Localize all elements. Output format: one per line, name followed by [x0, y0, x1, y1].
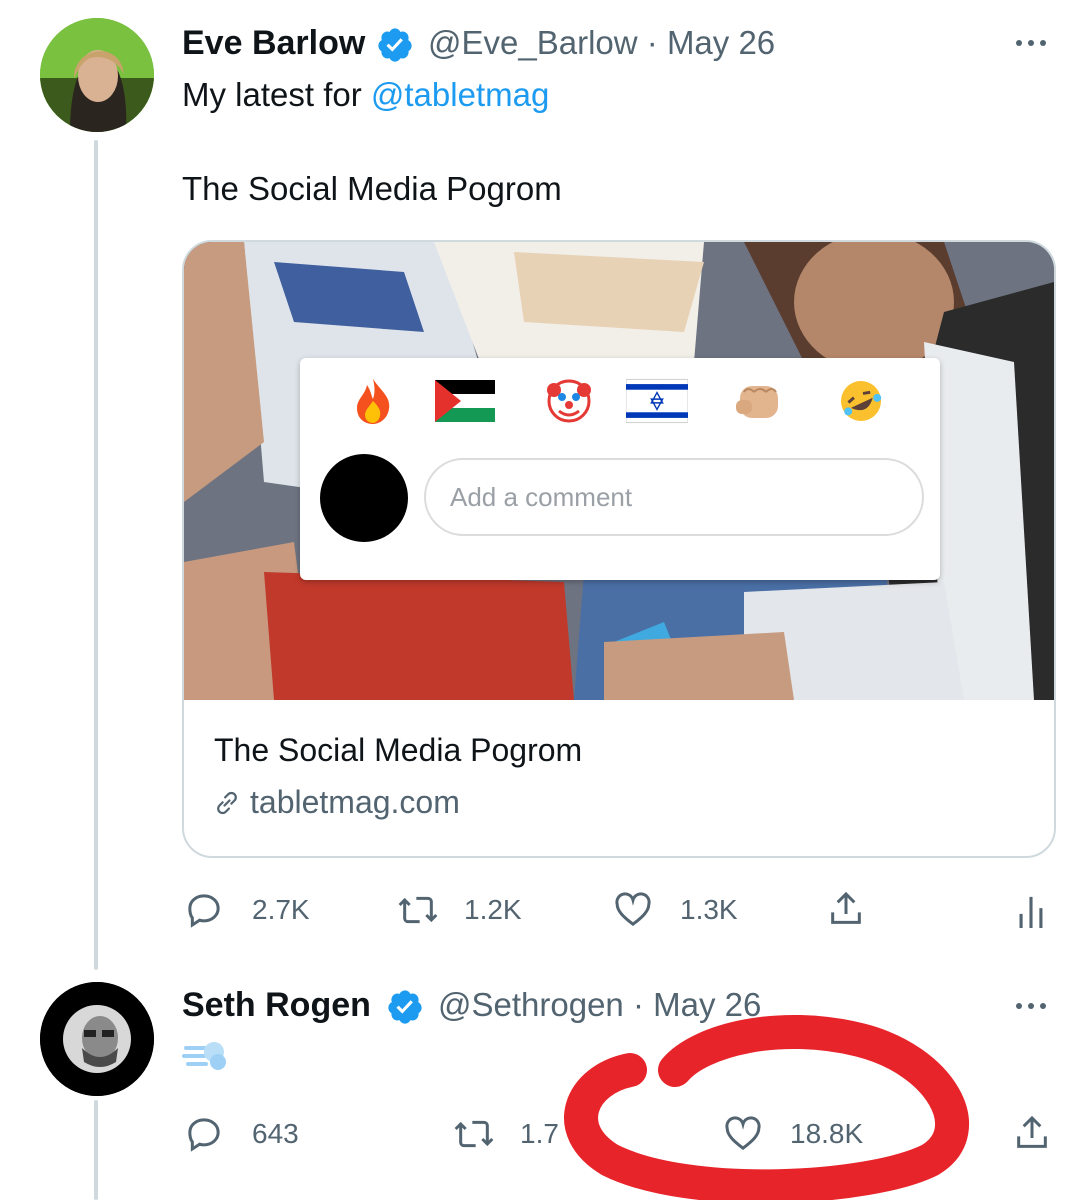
author-name[interactable]: Seth Rogen — [182, 986, 371, 1025]
retweet-button[interactable]: 1.2K — [396, 890, 522, 930]
like-button[interactable]: 1.3K — [612, 890, 738, 930]
tweet-text: My latest for @tabletmag — [182, 76, 549, 114]
card-title[interactable]: The Social Media Pogrom — [214, 732, 582, 769]
timestamp[interactable]: May 26 — [667, 24, 775, 61]
share-button[interactable] — [826, 888, 866, 930]
tweet-text-prefix: My latest for — [182, 76, 371, 113]
heart-icon — [615, 892, 651, 927]
link-icon — [217, 791, 237, 814]
retweet-icon — [454, 1120, 494, 1148]
reply-icon — [188, 894, 220, 928]
add-comment-input[interactable]: Add a comment — [424, 458, 924, 536]
reply-count: 2.7K — [252, 894, 310, 925]
palestine-flag-emoji-icon[interactable] — [434, 376, 496, 426]
reply-count: 643 — [252, 1118, 299, 1149]
share-button[interactable] — [1012, 1112, 1052, 1154]
fist-emoji-icon[interactable] — [728, 376, 790, 426]
tweet-text-line2: The Social Media Pogrom — [182, 170, 562, 207]
author-name[interactable]: Eve Barlow — [182, 24, 365, 63]
comment-widget-overlay: Add a comment — [300, 358, 940, 580]
fire-emoji-icon[interactable] — [342, 376, 404, 426]
like-count: 1.3K — [680, 894, 738, 925]
mention-link[interactable]: @tabletmag — [371, 76, 549, 113]
thread-connector-line — [94, 1100, 98, 1200]
card-image: Add a comment — [184, 242, 1054, 700]
card-domain-row: tabletmag.com — [212, 784, 460, 821]
card-domain: tabletmag.com — [250, 784, 460, 820]
verified-badge-icon — [378, 28, 412, 62]
reply-icon — [188, 1118, 220, 1152]
red-marker-circle-annotation — [564, 1014, 969, 1200]
share-icon — [1017, 1115, 1047, 1148]
rofl-emoji-icon[interactable] — [830, 376, 892, 426]
clown-emoji-icon[interactable] — [538, 376, 600, 426]
reply-button[interactable]: 643 — [184, 1114, 299, 1154]
dash-emoji-icon — [182, 1042, 226, 1070]
more-options-icon[interactable] — [1016, 40, 1046, 46]
link-card[interactable]: Add a comment The Social Media Pogrom ta… — [182, 240, 1056, 858]
share-icon — [831, 891, 861, 924]
analytics-button[interactable] — [1016, 894, 1046, 928]
reply-button[interactable]: 2.7K — [184, 890, 310, 930]
avatar[interactable] — [40, 982, 154, 1096]
separator: · — [646, 24, 658, 61]
retweet-icon — [398, 896, 438, 924]
retweet-count: 1.2K — [464, 894, 522, 925]
avatar[interactable] — [40, 18, 154, 132]
tweet-meta: @Eve_Barlow · May 26 — [428, 24, 775, 62]
verified-badge-icon — [388, 990, 422, 1024]
handle[interactable]: @Eve_Barlow — [428, 24, 638, 61]
more-options-icon[interactable] — [1016, 1003, 1046, 1009]
analytics-icon — [1019, 896, 1043, 928]
thread-connector-line — [94, 140, 98, 970]
commenter-avatar — [320, 454, 408, 542]
israel-flag-emoji-icon[interactable] — [626, 376, 688, 426]
